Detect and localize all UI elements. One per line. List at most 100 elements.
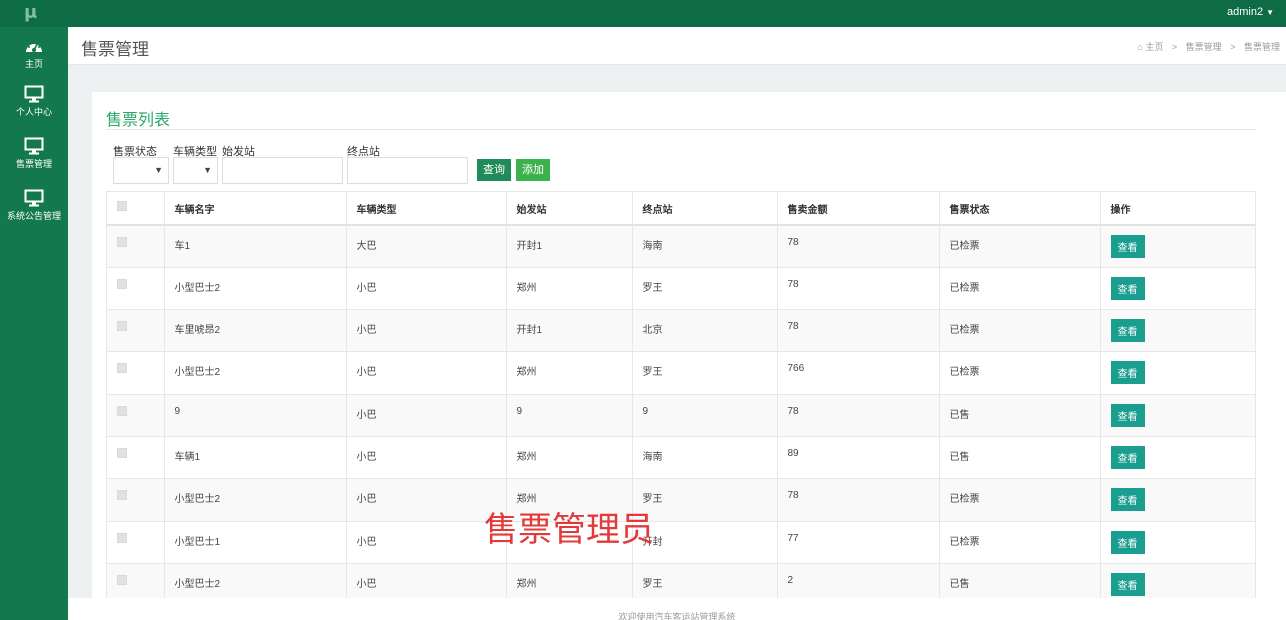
table-cell: 小巴 <box>345 436 506 479</box>
table-row: 小型巴士2 小巴 郑州 罗王 766 已检票 查看 <box>107 351 1255 395</box>
table-cell: 已售 <box>938 436 1100 479</box>
select-all-cell <box>107 192 164 226</box>
sidebar-item-ticket-management[interactable]: 售票管理 <box>0 133 68 181</box>
user-menu[interactable]: admin2 ▼ <box>1227 6 1274 18</box>
ticket-list-panel: 售票列表 售票状态 ▼ 车辆类型 ▼ 始发站 终点站 查询 添加 车辆名字 车辆… <box>92 92 1286 620</box>
username: admin2 <box>1227 6 1264 18</box>
view-button[interactable]: 查看 <box>1110 488 1145 512</box>
search-button[interactable]: 查询 <box>477 159 511 181</box>
table-cell: 小型巴士1 <box>163 521 346 564</box>
table-cell: 小型巴士2 <box>163 267 346 310</box>
table-row: 小型巴士2 小巴 郑州 罗王 78 已检票 查看 <box>107 478 1255 522</box>
action-cell: 查看 <box>1099 478 1255 522</box>
action-cell: 查看 <box>1099 436 1255 479</box>
row-checkbox[interactable] <box>117 574 127 585</box>
table-cell: 已检票 <box>938 309 1100 352</box>
row-checkbox[interactable] <box>117 237 127 247</box>
add-button[interactable]: 添加 <box>516 159 550 181</box>
table-cell: 郑州 <box>505 436 632 479</box>
sidebar-item-label: 售票管理 <box>15 159 52 169</box>
view-button[interactable]: 查看 <box>1110 319 1145 343</box>
breadcrumb-section[interactable]: 售票管理 <box>1186 42 1222 52</box>
sidebar-item-profile[interactable]: 个人中心 <box>0 81 68 129</box>
row-checkbox[interactable] <box>117 532 127 543</box>
table-cell: 已检票 <box>938 478 1100 522</box>
table-cell: 小型巴士2 <box>163 478 346 522</box>
table-cell: 小型巴士2 <box>163 351 346 395</box>
row-select-cell <box>107 352 164 394</box>
view-button[interactable]: 查看 <box>1110 530 1145 554</box>
status-select[interactable]: ▼ <box>113 157 169 184</box>
action-cell: 查看 <box>1099 394 1255 437</box>
row-checkbox[interactable] <box>117 321 127 332</box>
select-all-checkbox[interactable] <box>117 200 127 211</box>
view-button[interactable]: 查看 <box>1110 276 1145 300</box>
breadcrumb: ⌂ 主页 > 售票管理 > 售票管理 <box>1137 40 1280 53</box>
row-select-cell <box>107 521 164 563</box>
table-cell: 大巴 <box>345 225 506 268</box>
table-cell: 78 <box>776 478 939 522</box>
ticket-table: 车辆名字 车辆类型 始发站 终点站 售卖金额 售票状态 操作 车1 大巴 开封1 海南… <box>106 191 1256 620</box>
table-cell: 78 <box>776 225 939 268</box>
view-button[interactable]: 查看 <box>1110 403 1145 427</box>
top-navbar: μ admin2 ▼ <box>0 0 1286 27</box>
table-cell: 开封1 <box>505 225 632 268</box>
sidebar-item-announcements[interactable]: 系统公告管理 <box>0 185 68 233</box>
column-header: 终点站 <box>631 192 777 226</box>
row-checkbox[interactable] <box>117 490 127 501</box>
row-checkbox[interactable] <box>117 447 127 458</box>
action-cell: 查看 <box>1099 267 1255 310</box>
table-cell: 89 <box>776 436 939 479</box>
view-button[interactable]: 查看 <box>1110 361 1145 385</box>
row-checkbox[interactable] <box>117 405 127 416</box>
table-cell: 已检票 <box>938 351 1100 395</box>
page-header: 售票管理 ⌂ 主页 > 售票管理 > 售票管理 <box>68 27 1286 65</box>
column-header: 始发站 <box>505 192 632 226</box>
action-cell: 查看 <box>1099 521 1255 564</box>
table-body: 车1 大巴 开封1 海南 78 已检票 查看 小型巴士2 小巴 郑州 罗王 78 已检票 查看 车里唬昂2 小… <box>107 225 1255 606</box>
table-cell: 车里唬昂2 <box>163 309 346 352</box>
table-row: 车1 大巴 开封1 海南 78 已检票 查看 <box>107 225 1255 268</box>
table-cell: 9 <box>631 394 777 437</box>
table-cell: 小巴 <box>345 478 506 522</box>
app-logo: μ <box>24 2 38 23</box>
table-cell: 小巴 <box>345 267 506 310</box>
table-cell: 已检票 <box>938 225 1100 268</box>
table-cell: 小巴 <box>345 394 506 437</box>
column-header: 售票状态 <box>938 192 1100 226</box>
page-title: 售票管理 <box>81 40 149 59</box>
table-cell: 车1 <box>163 225 346 268</box>
footer: 欢迎使用汽车客运站管理系统 <box>68 598 1286 620</box>
table-cell: 罗王 <box>631 267 777 310</box>
sidebar-item-label: 个人中心 <box>15 107 52 117</box>
table-cell: 766 <box>776 351 939 395</box>
monitor-icon <box>24 189 44 207</box>
end-station-input[interactable] <box>347 157 468 184</box>
action-cell: 查看 <box>1099 225 1255 268</box>
table-cell: 车辆1 <box>163 436 346 479</box>
row-select-cell <box>107 310 164 352</box>
dashboard-icon <box>26 42 42 52</box>
view-button[interactable]: 查看 <box>1110 572 1145 596</box>
table-cell: 海南 <box>631 436 777 479</box>
start-station-input[interactable] <box>222 157 343 184</box>
row-select-cell <box>107 479 164 521</box>
table-row: 9 小巴 9 9 78 已售 查看 <box>107 394 1255 437</box>
action-cell: 查看 <box>1099 351 1255 395</box>
chevron-right-icon: > <box>1171 42 1178 52</box>
row-checkbox[interactable] <box>117 278 127 289</box>
table-cell: 郑州 <box>505 351 632 395</box>
view-button[interactable]: 查看 <box>1110 235 1145 258</box>
action-cell: 查看 <box>1099 309 1255 352</box>
row-checkbox[interactable] <box>117 363 127 374</box>
sidebar: 主页 个人中心 售票管理 系统公告管理 <box>0 27 68 620</box>
vehicle-type-select[interactable]: ▼ <box>173 157 218 184</box>
breadcrumb-home[interactable]: 主页 <box>1145 42 1163 52</box>
table-row: 小型巴士2 小巴 郑州 罗王 78 已检票 查看 <box>107 267 1255 310</box>
chevron-down-icon: ▼ <box>203 165 212 175</box>
table-cell: 小巴 <box>345 309 506 352</box>
table-cell: 郑州 <box>505 267 632 310</box>
table-header-row: 车辆名字 车辆类型 始发站 终点站 售卖金额 售票状态 操作 <box>107 192 1255 226</box>
sidebar-item-home[interactable]: 主页 <box>0 33 68 81</box>
view-button[interactable]: 查看 <box>1110 445 1145 469</box>
